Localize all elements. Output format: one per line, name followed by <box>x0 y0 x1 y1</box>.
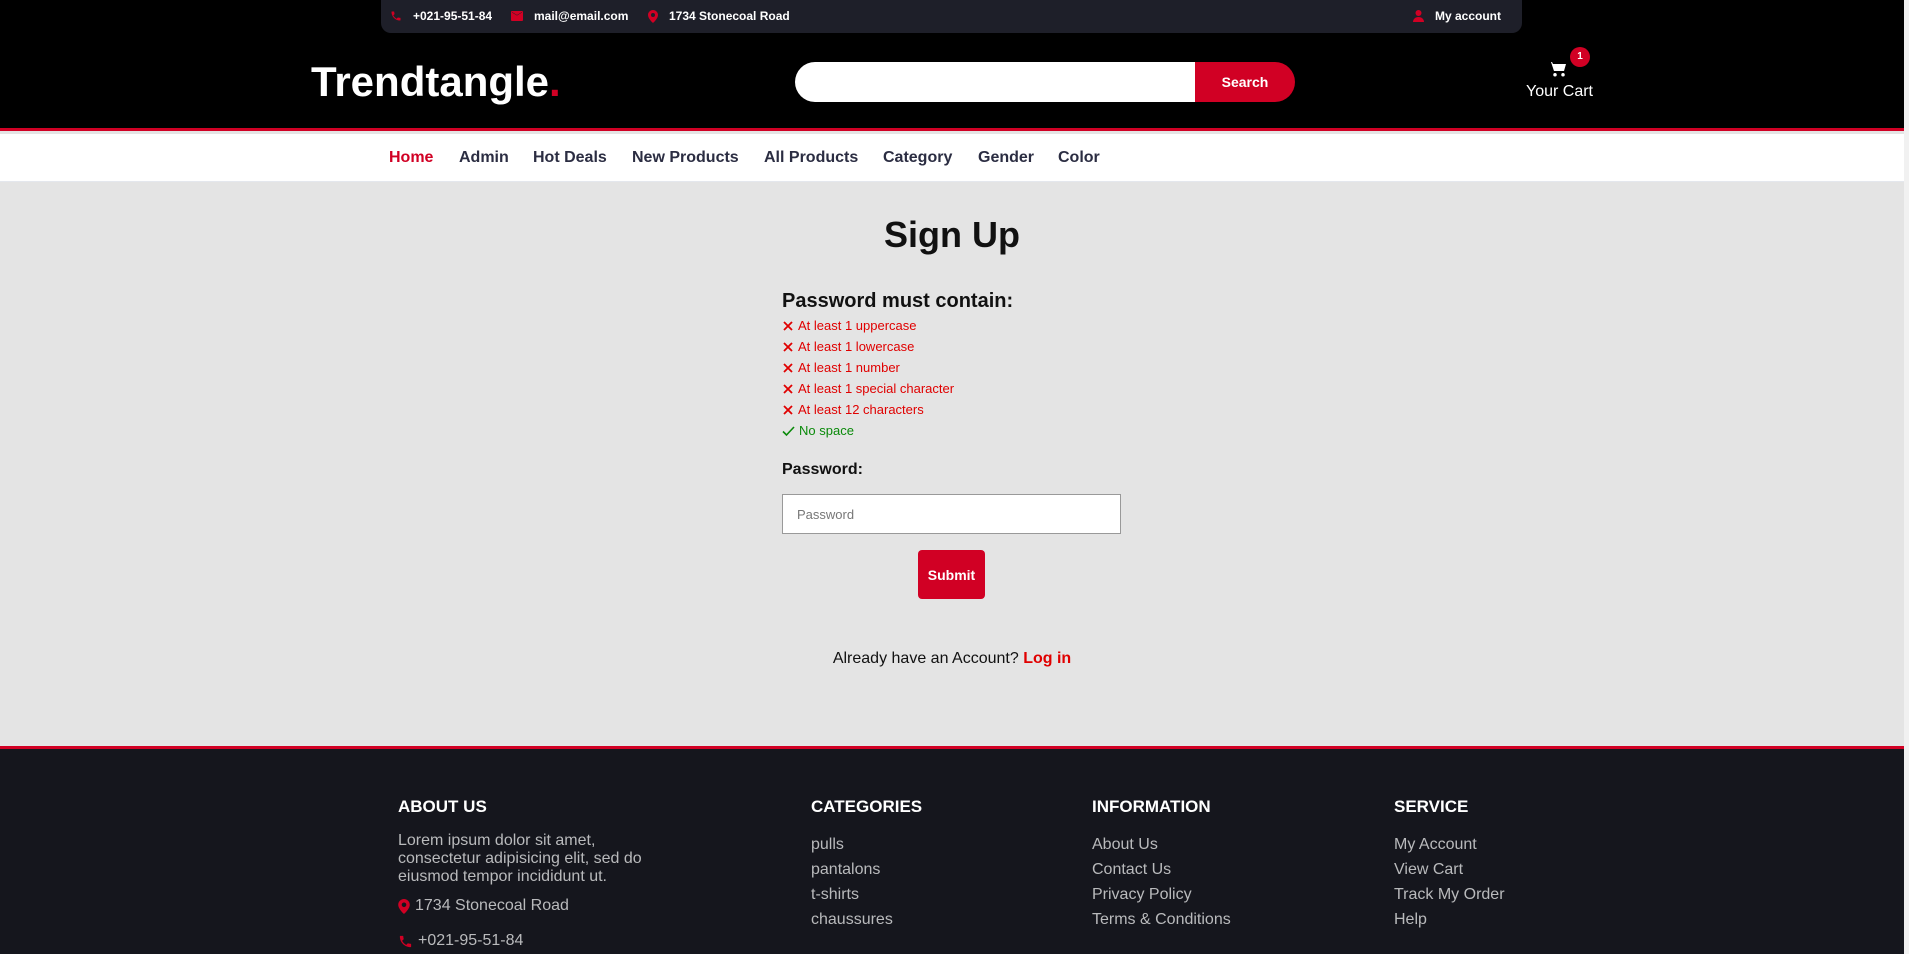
top-phone-link[interactable]: +021-95-51-84 <box>390 9 492 23</box>
top-email-text: mail@email.com <box>534 9 629 23</box>
footer-information: INFORMATION About Us Contact Us Privacy … <box>1092 797 1231 932</box>
user-icon <box>1413 10 1424 22</box>
footer-service-link[interactable]: View Cart <box>1394 857 1505 882</box>
nav-item-category[interactable]: Category <box>883 149 952 167</box>
login-link[interactable]: Log in <box>1023 650 1071 667</box>
page-title: Sign Up <box>884 214 1020 255</box>
password-rule-number: At least 1 number <box>782 360 900 375</box>
top-email-link[interactable]: mail@email.com <box>511 9 628 23</box>
password-field[interactable] <box>782 494 1121 534</box>
x-icon <box>783 362 793 373</box>
top-address-text: 1734 Stonecoal Road <box>669 9 790 23</box>
footer-service-link[interactable]: My Account <box>1394 832 1505 857</box>
shopping-cart-icon <box>1548 62 1566 77</box>
my-account-link[interactable]: My account <box>1413 9 1501 23</box>
login-prompt-text: Already have an Account? <box>832 650 1019 667</box>
password-rule-text: At least 1 lowercase <box>798 339 915 354</box>
submit-button[interactable]: Submit <box>918 550 985 599</box>
window-scrollbar[interactable] <box>1904 0 1909 954</box>
footer-categories-heading: CATEGORIES <box>811 797 923 816</box>
map-marker-icon <box>648 9 658 23</box>
phone-icon <box>399 935 412 947</box>
password-rule-text: At least 1 special character <box>798 381 955 396</box>
password-rule-no-space: No space <box>782 423 854 438</box>
nav-item-home[interactable]: Home <box>389 149 433 167</box>
nav-item-color[interactable]: Color <box>1058 149 1100 167</box>
brand-logo[interactable]: Trendtangle. <box>311 58 561 106</box>
password-rule-text: At least 1 number <box>798 360 900 375</box>
main-nav: Home Admin Hot Deals New Products All Pr… <box>0 134 1904 182</box>
footer-category-link[interactable]: pulls <box>811 832 922 857</box>
password-label: Password: <box>782 461 863 478</box>
footer-phone[interactable]: +021-95-51-84 <box>398 932 658 950</box>
footer-category-link[interactable]: chaussures <box>811 907 922 932</box>
top-address-link[interactable]: 1734 Stonecoal Road <box>648 9 790 23</box>
footer-service-link[interactable]: Help <box>1394 907 1505 932</box>
cart-count-badge: 1 <box>1570 47 1590 67</box>
password-rule-uppercase: At least 1 uppercase <box>782 318 917 333</box>
my-account-text: My account <box>1435 9 1502 23</box>
x-icon <box>783 404 793 415</box>
brand-dot: . <box>549 58 561 105</box>
footer-service: SERVICE My Account View Cart Track My Or… <box>1394 797 1505 932</box>
x-icon <box>783 320 793 331</box>
password-rule-special: At least 1 special character <box>782 381 954 396</box>
envelope-icon <box>511 11 523 21</box>
footer-info-link[interactable]: About Us <box>1092 832 1231 857</box>
login-prompt: Already have an Account? Log in <box>0 650 1904 668</box>
search-form: Search <box>795 62 1295 102</box>
footer-categories: CATEGORIES pulls pantalons t-shirts chau… <box>811 797 922 932</box>
password-rule-text: No space <box>799 423 854 438</box>
footer-about-text: Lorem ipsum dolor sit amet, consectetur … <box>398 832 642 885</box>
x-icon <box>783 341 793 352</box>
footer-info-link[interactable]: Privacy Policy <box>1092 882 1231 907</box>
password-rules-heading: Password must contain: <box>782 290 1014 312</box>
footer-service-link[interactable]: Track My Order <box>1394 882 1505 907</box>
nav-item-gender[interactable]: Gender <box>978 149 1034 167</box>
footer-info-link[interactable]: Terms & Conditions <box>1092 907 1231 932</box>
phone-icon <box>391 11 401 21</box>
x-icon <box>783 383 793 394</box>
cart-label: Your Cart <box>1526 83 1593 100</box>
footer-service-heading: SERVICE <box>1394 797 1469 816</box>
footer-phone-text: +021-95-51-84 <box>418 932 524 949</box>
header: +021-95-51-84 mail@email.com 1734 Stonec… <box>0 0 1904 131</box>
map-marker-icon <box>398 898 410 914</box>
footer-category-link[interactable]: pantalons <box>811 857 922 882</box>
password-rule-lowercase: At least 1 lowercase <box>782 339 914 354</box>
nav-item-new-products[interactable]: New Products <box>632 149 739 167</box>
footer-information-heading: INFORMATION <box>1092 797 1211 816</box>
footer-category-link[interactable]: t-shirts <box>811 882 922 907</box>
nav-item-all-products[interactable]: All Products <box>764 149 858 167</box>
password-rule-text: At least 12 characters <box>798 402 924 417</box>
footer-address[interactable]: 1734 Stonecoal Road <box>398 897 658 915</box>
check-icon <box>782 425 795 436</box>
cart-button[interactable]: 1 Your Cart <box>1524 47 1596 104</box>
top-bar: +021-95-51-84 mail@email.com 1734 Stonec… <box>381 0 1522 33</box>
nav-item-hot-deals[interactable]: Hot Deals <box>533 149 607 167</box>
footer-about-heading: ABOUT US <box>398 797 487 816</box>
search-button[interactable]: Search <box>1195 62 1295 102</box>
nav-item-admin[interactable]: Admin <box>459 149 509 167</box>
footer-info-link[interactable]: Contact Us <box>1092 857 1231 882</box>
top-phone-text: +021-95-51-84 <box>413 9 493 23</box>
brand-name: Trendtangle <box>311 58 550 105</box>
footer-about: ABOUT US Lorem ipsum dolor sit amet, con… <box>398 797 658 950</box>
search-input[interactable] <box>795 62 1196 102</box>
footer-address-text: 1734 Stonecoal Road <box>415 897 569 914</box>
password-rule-length: At least 12 characters <box>782 402 924 417</box>
footer: ABOUT US Lorem ipsum dolor sit amet, con… <box>0 746 1904 954</box>
password-rule-text: At least 1 uppercase <box>798 318 917 333</box>
